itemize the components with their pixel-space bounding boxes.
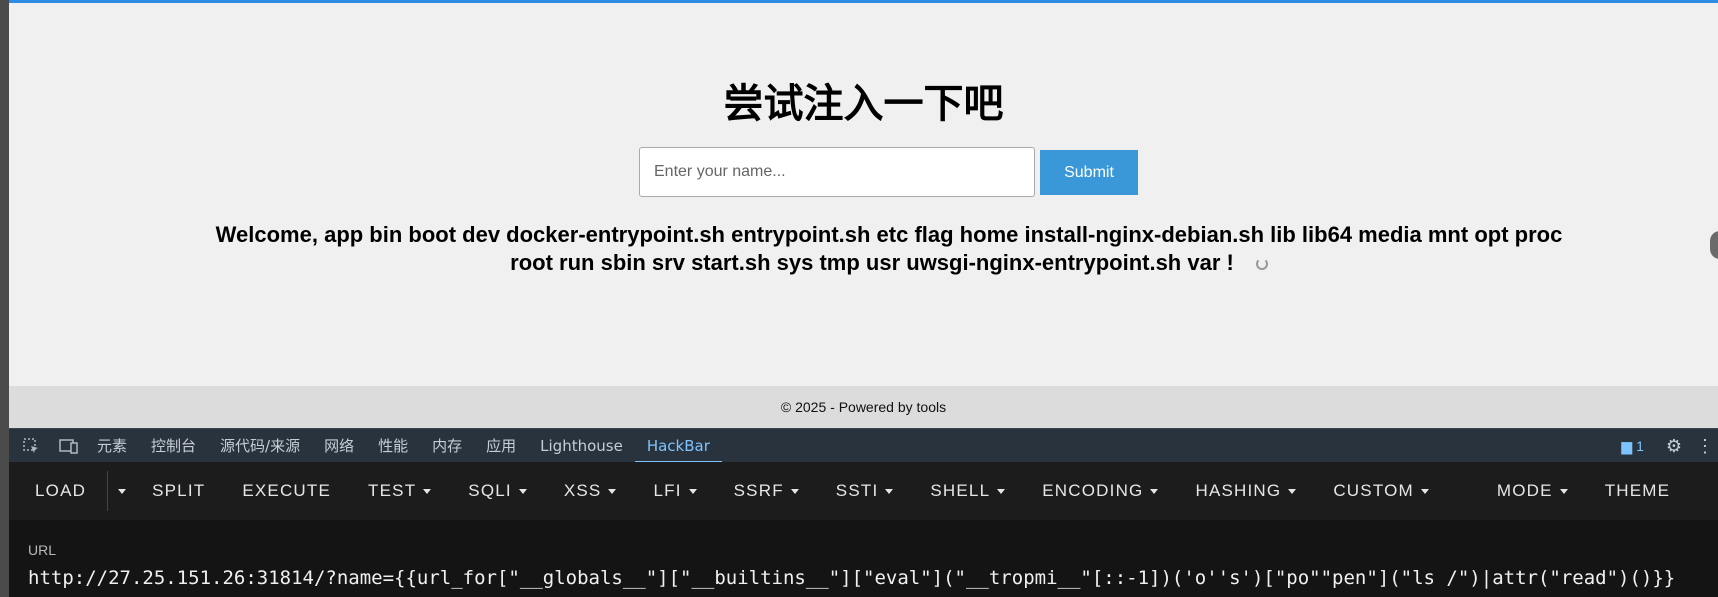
- tab-console[interactable]: 控制台: [139, 429, 208, 463]
- chevron-down-icon: [790, 489, 799, 495]
- chevron-down-icon: [1150, 489, 1159, 495]
- name-input[interactable]: [639, 147, 1035, 197]
- url-input[interactable]: http://27.25.151.26:31814/?name={{url_fo…: [28, 567, 1675, 589]
- split-button[interactable]: SPLIT: [152, 481, 205, 501]
- more-options-icon[interactable]: ⋮: [1696, 436, 1714, 457]
- shell-label: SHELL: [930, 481, 991, 500]
- xss-label: XSS: [563, 481, 602, 500]
- floating-side-button[interactable]: [1710, 231, 1718, 259]
- hashing-menu[interactable]: HASHING: [1195, 481, 1297, 501]
- gear-icon[interactable]: ⚙: [1666, 436, 1682, 457]
- chevron-down-icon: [1420, 489, 1429, 495]
- hackbar-url-panel: URL http://27.25.151.26:31814/?name={{ur…: [9, 520, 1718, 597]
- load-divider: [107, 471, 109, 511]
- tab-hackbar[interactable]: HackBar: [634, 429, 722, 463]
- theme-label: THEME: [1604, 481, 1671, 500]
- chevron-down-icon: [885, 489, 894, 495]
- ssti-menu[interactable]: SSTI: [836, 481, 894, 501]
- chevron-down-icon: [997, 489, 1006, 495]
- ssrf-label: SSRF: [733, 481, 784, 500]
- page-title: 尝试注入一下吧: [723, 81, 1004, 127]
- encoding-label: ENCODING: [1042, 481, 1144, 500]
- hashing-label: HASHING: [1195, 481, 1282, 500]
- encoding-menu[interactable]: ENCODING: [1042, 481, 1159, 501]
- tab-network[interactable]: 网络: [312, 429, 366, 463]
- lfi-menu[interactable]: LFI: [653, 481, 697, 501]
- welcome-line-2: root run sbin srv start.sh sys tmp usr u…: [510, 250, 1234, 275]
- custom-menu[interactable]: CUSTOM: [1333, 481, 1429, 501]
- inspect-element-icon[interactable]: [21, 437, 41, 455]
- chevron-down-icon: [1559, 489, 1568, 495]
- tab-sources[interactable]: 源代码/来源: [208, 429, 312, 463]
- theme-menu[interactable]: THEME: [1605, 481, 1671, 501]
- custom-label: CUSTOM: [1333, 481, 1414, 500]
- device-toolbar-icon[interactable]: [59, 437, 79, 455]
- tab-performance[interactable]: 性能: [366, 429, 420, 463]
- submit-button[interactable]: Submit: [1040, 150, 1138, 195]
- welcome-line-1: Welcome, app bin boot dev docker-entrypo…: [215, 222, 1563, 247]
- tab-elements[interactable]: 元素: [85, 429, 139, 463]
- message-count: 1: [1636, 437, 1644, 454]
- load-dropdown-icon[interactable]: [118, 488, 127, 494]
- window-left-edge: [0, 0, 9, 597]
- chevron-down-icon: [423, 489, 432, 495]
- lfi-label: LFI: [653, 481, 682, 500]
- hackbar-toolbar: LOAD SPLIT EXECUTE TEST SQLI XSS LFI SSR…: [9, 462, 1718, 520]
- devtools-tab-bar: 元素 控制台 源代码/来源 网络 性能 内存 应用 Lighthouse Hac…: [9, 428, 1718, 463]
- loading-spinner-icon: [1255, 258, 1268, 271]
- url-label: URL: [28, 542, 57, 558]
- message-icon: ▆: [1621, 437, 1633, 454]
- execute-button[interactable]: EXECUTE: [242, 481, 331, 501]
- test-label: TEST: [368, 481, 417, 500]
- devtools-right-controls: ▆ 1 ⚙ ⋮: [1621, 429, 1718, 463]
- load-button[interactable]: LOAD: [35, 481, 86, 501]
- mode-label: MODE: [1496, 481, 1553, 500]
- sqli-label: SQLI: [468, 481, 512, 500]
- chevron-down-icon: [518, 489, 527, 495]
- sqli-menu[interactable]: SQLI: [468, 481, 527, 501]
- tab-application[interactable]: 应用: [474, 429, 528, 463]
- tab-lighthouse[interactable]: Lighthouse: [528, 429, 635, 463]
- mode-menu[interactable]: MODE: [1497, 481, 1568, 501]
- ssrf-menu[interactable]: SSRF: [734, 481, 799, 501]
- messages-indicator[interactable]: ▆ 1: [1621, 438, 1643, 455]
- chevron-down-icon: [1288, 489, 1297, 495]
- page-footer: © 2025 - Powered by tools: [9, 386, 1718, 428]
- chevron-down-icon: [608, 489, 617, 495]
- xss-menu[interactable]: XSS: [564, 481, 617, 501]
- shell-menu[interactable]: SHELL: [930, 481, 1006, 501]
- ssti-label: SSTI: [835, 481, 879, 500]
- web-page: 尝试注入一下吧 Submit Welcome, app bin boot dev…: [9, 0, 1718, 386]
- welcome-message: Welcome, app bin boot dev docker-entrypo…: [159, 221, 1619, 277]
- welcome-line-2-wrap: root run sbin srv start.sh sys tmp usr u…: [159, 249, 1619, 277]
- tab-memory[interactable]: 内存: [420, 429, 474, 463]
- test-menu[interactable]: TEST: [368, 481, 432, 501]
- chevron-down-icon: [688, 489, 697, 495]
